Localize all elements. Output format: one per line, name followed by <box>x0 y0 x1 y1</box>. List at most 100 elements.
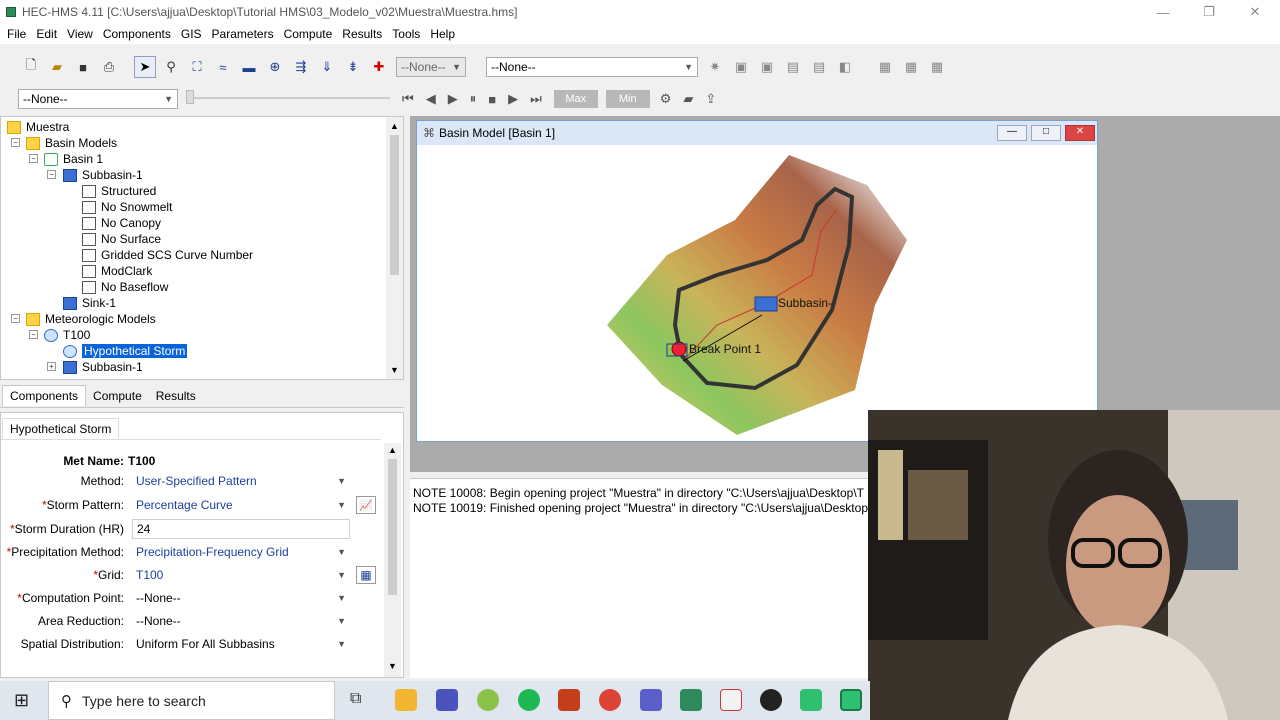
collapse-icon[interactable]: − <box>11 314 20 323</box>
grid-select[interactable]: T100 ▼ <box>132 565 350 585</box>
scroll-down-icon[interactable]: ▼ <box>388 661 397 671</box>
tree-met-models[interactable]: Meteorologic Models <box>26 311 156 327</box>
scroll-up-icon[interactable]: ▲ <box>390 121 399 131</box>
sink-tool-icon[interactable]: ⇟ <box>342 56 364 78</box>
run-select-small[interactable]: --None-- ▼ <box>396 57 466 77</box>
menu-parameters[interactable]: Parameters <box>207 27 279 41</box>
menu-view[interactable]: View <box>62 27 98 41</box>
scroll-thumb[interactable] <box>388 459 397 595</box>
time-series-icon[interactable]: ▤ <box>808 56 830 78</box>
windows-start-icon[interactable]: ⊞ <box>14 690 29 711</box>
collapse-icon[interactable]: − <box>11 138 20 147</box>
powerpoint-icon[interactable] <box>558 689 580 711</box>
minimize-icon[interactable]: — <box>1140 0 1186 24</box>
computation-point-select[interactable]: --None-- ▼ <box>132 588 350 608</box>
subbasin-tool-icon[interactable]: ⛶ <box>186 56 208 78</box>
subbasin-marker-icon[interactable] <box>754 296 778 312</box>
collapse-icon[interactable]: − <box>47 170 56 179</box>
tree-method[interactable]: No Canopy <box>82 215 161 231</box>
chrome-icon[interactable] <box>599 689 621 711</box>
grid-icon-3[interactable]: ▦ <box>926 56 948 78</box>
tree-subbasin-met[interactable]: Subbasin-1 <box>63 359 143 375</box>
max-button[interactable]: Max <box>553 90 598 108</box>
tree-subbasin[interactable]: Subbasin-1 <box>63 167 143 183</box>
step-back-icon[interactable]: ◀ <box>426 91 436 107</box>
snipping-tool-icon[interactable] <box>720 689 742 711</box>
menu-help[interactable]: Help <box>425 27 460 41</box>
menu-edit[interactable]: Edit <box>31 27 62 41</box>
grid-table-icon[interactable]: ▦ <box>356 566 376 584</box>
reach-tool-icon[interactable]: ≈ <box>212 56 234 78</box>
basin-select[interactable]: --None-- ▼ <box>18 89 178 109</box>
basin-map[interactable]: Subbasin- Break Point 1 <box>417 145 1097 441</box>
tab-compute[interactable]: Compute <box>86 386 149 406</box>
compute-icon[interactable]: ✷ <box>704 56 726 78</box>
grid-icon-2[interactable]: ▦ <box>900 56 922 78</box>
menu-file[interactable]: File <box>2 27 31 41</box>
time-slider-track[interactable] <box>186 97 390 99</box>
tree-t100[interactable]: T100 <box>44 327 90 343</box>
editor-scrollbar[interactable]: ▲ ▼ <box>384 443 401 677</box>
time-slider-thumb[interactable] <box>186 90 194 104</box>
method-select[interactable]: User-Specified Pattern ▼ <box>132 471 350 491</box>
tree-basin-1[interactable]: Basin 1 <box>44 151 103 167</box>
spotify-icon[interactable] <box>518 689 540 711</box>
graph-icon[interactable]: ▣ <box>730 56 752 78</box>
junction-tool-icon[interactable]: ⊕ <box>264 56 286 78</box>
storm-pattern-select[interactable]: Percentage Curve ▼ <box>132 495 350 515</box>
scroll-up-icon[interactable]: ▲ <box>388 445 397 455</box>
tree-sink[interactable]: Sink-1 <box>63 295 116 311</box>
area-reduction-select[interactable]: --None-- ▼ <box>132 611 350 631</box>
restore-icon[interactable]: ❐ <box>1186 0 1232 24</box>
run-select[interactable]: --None-- ▼ <box>486 57 698 77</box>
maximize-icon[interactable]: □ <box>1031 125 1061 141</box>
settings-icon[interactable]: ⚙ <box>660 91 672 107</box>
qgis-icon[interactable] <box>477 689 499 711</box>
summary-icon[interactable]: ▣ <box>756 56 778 78</box>
tree-method[interactable]: No Surface <box>82 231 161 247</box>
expand-icon[interactable]: + <box>47 362 56 371</box>
new-file-icon[interactable]: 🗋 <box>20 56 42 78</box>
tab-hypothetical-storm[interactable]: Hypothetical Storm <box>2 418 120 439</box>
fast-forward-icon[interactable]: ⏭ <box>530 91 542 107</box>
file-explorer-icon[interactable] <box>395 689 417 711</box>
rewind-icon[interactable]: ⏮ <box>402 91 414 107</box>
teams-icon[interactable] <box>436 689 458 711</box>
pattern-graph-icon[interactable]: 📈 <box>356 496 376 514</box>
camera-icon[interactable]: ▰ <box>683 91 693 107</box>
hec-hms-icon[interactable] <box>800 689 822 711</box>
min-button[interactable]: Min <box>605 90 650 108</box>
tree-scrollbar[interactable]: ▲ ▼ <box>386 117 403 379</box>
chart-icon[interactable]: ◧ <box>834 56 856 78</box>
close-icon[interactable]: ✕ <box>1232 0 1278 24</box>
zoom-icon[interactable]: ⚲ <box>160 56 182 78</box>
step-forward-icon[interactable]: ▶ <box>508 91 518 107</box>
stop-icon[interactable]: ■ <box>488 92 496 107</box>
diversion-tool-icon[interactable]: ⇶ <box>290 56 312 78</box>
tree-root[interactable]: Muestra <box>7 119 69 135</box>
collapse-icon[interactable]: − <box>29 154 38 163</box>
menu-components[interactable]: Components <box>98 27 176 41</box>
hec-hms-active-icon[interactable] <box>840 689 862 711</box>
table-icon[interactable]: ▤ <box>782 56 804 78</box>
tree-method[interactable]: Gridded SCS Curve Number <box>82 247 253 263</box>
tab-results[interactable]: Results <box>149 386 203 406</box>
task-view-icon[interactable]: ⧉ <box>350 690 361 708</box>
menu-tools[interactable]: Tools <box>387 27 425 41</box>
export-icon[interactable]: ⇪ <box>705 91 716 107</box>
close-icon[interactable]: ✕ <box>1065 125 1095 141</box>
scroll-thumb[interactable] <box>390 135 399 275</box>
taskbar-search[interactable]: ⚲ Type here to search <box>48 681 335 720</box>
storm-duration-input[interactable]: 24 <box>132 519 350 539</box>
play-icon[interactable]: ▶ <box>448 91 458 107</box>
reservoir-tool-icon[interactable]: ▬ <box>238 56 260 78</box>
spatial-distribution-select[interactable]: Uniform For All Subbasins ▼ <box>132 634 350 654</box>
tree-hypothetical-storm[interactable]: Hypothetical Storm <box>63 343 188 359</box>
tab-components[interactable]: Components <box>2 385 87 406</box>
arrow-tool-icon[interactable]: ➤ <box>134 56 156 78</box>
tree-method[interactable]: No Snowmelt <box>82 199 172 215</box>
menu-compute[interactable]: Compute <box>279 27 338 41</box>
scroll-down-icon[interactable]: ▼ <box>390 365 399 375</box>
precip-method-select[interactable]: Precipitation-Frequency Grid ▼ <box>132 542 350 562</box>
source-tool-icon[interactable]: ⇓ <box>316 56 338 78</box>
